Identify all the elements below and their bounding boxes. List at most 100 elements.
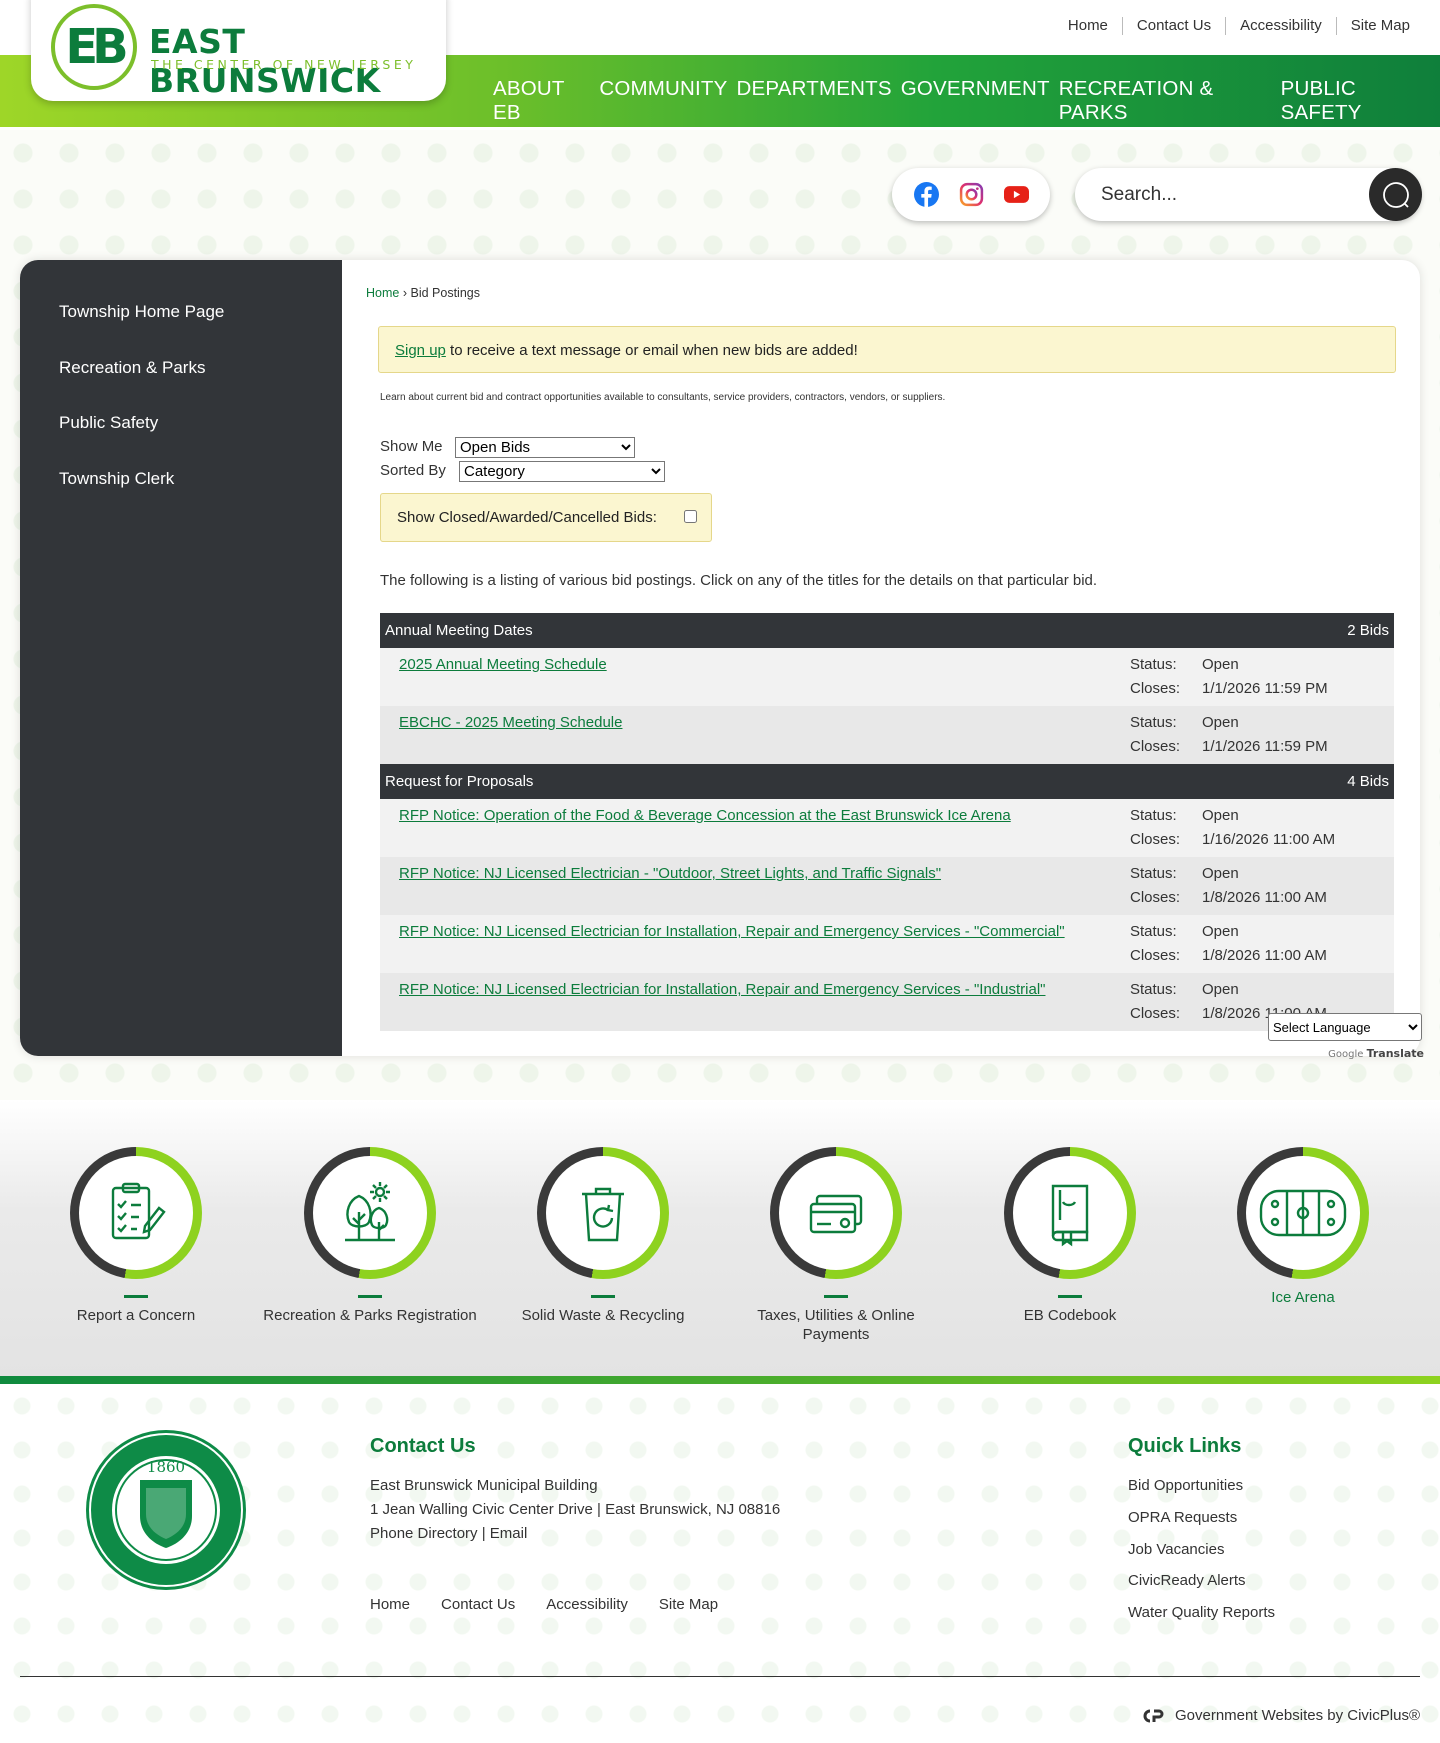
quick-link-taxes-payments[interactable]: Taxes, Utilities & Online Payments <box>726 1147 946 1344</box>
footer-quick-link[interactable]: Water Quality Reports <box>1128 1604 1275 1621</box>
search-box <box>1075 168 1422 221</box>
nav-community[interactable]: COMMUNITY <box>599 77 727 125</box>
signup-link[interactable]: Sign up <box>395 342 446 359</box>
social-links <box>892 168 1050 221</box>
quick-link-dash <box>358 1295 382 1298</box>
youtube-icon[interactable] <box>1004 182 1029 207</box>
footer-rule <box>20 1676 1420 1677</box>
status-label: Status: <box>1130 981 1177 998</box>
closes-value: 1/1/2026 11:59 PM <box>1202 680 1328 697</box>
footer-quick-heading: Quick Links <box>1128 1435 1242 1457</box>
site-logo[interactable]: EB EAST BRUNSWICK THE CENTER OF NEW JERS… <box>31 0 446 101</box>
category-count: 4 Bids <box>1347 773 1389 790</box>
recycle-bin-icon <box>582 1187 624 1242</box>
quick-link-recreation[interactable]: Recreation & Parks Registration <box>260 1147 480 1325</box>
status-label: Status: <box>1130 923 1177 940</box>
nav-government[interactable]: GOVERNMENT <box>901 77 1050 125</box>
util-link-contact[interactable]: Contact Us <box>1121 17 1225 35</box>
main-content: Home › Bid Postings Sign up to receive a… <box>342 260 1420 1056</box>
footer-quick-link[interactable]: CivicReady Alerts <box>1128 1572 1246 1589</box>
google-label: Google <box>1328 1049 1364 1060</box>
sorted-by-select[interactable]: Category <box>459 461 665 482</box>
breadcrumb-home[interactable]: Home <box>366 286 399 300</box>
logo-tagline: THE CENTER OF NEW JERSEY <box>151 57 417 72</box>
bid-row: RFP Notice: Operation of the Food & Beve… <box>380 799 1394 857</box>
status-value: Open <box>1202 807 1239 824</box>
bid-table: Annual Meeting Dates 2 Bids 2025 Annual … <box>380 613 1394 1031</box>
status-value: Open <box>1202 981 1239 998</box>
quick-link-ice-arena[interactable]: Ice Arena <box>1193 1147 1413 1307</box>
nav-recreation[interactable]: RECREATION & PARKS <box>1059 77 1272 125</box>
bid-title-link[interactable]: RFP Notice: NJ Licensed Electrician for … <box>399 981 1045 998</box>
show-me-select[interactable]: Open Bids <box>455 437 635 458</box>
util-link-accessibility[interactable]: Accessibility <box>1225 17 1336 35</box>
footer-link-contact[interactable]: Contact Us <box>441 1596 515 1613</box>
breadcrumb: Home › Bid Postings <box>366 286 480 300</box>
icon-ring <box>1237 1147 1369 1279</box>
language-select[interactable]: Select Language <box>1268 1013 1422 1041</box>
status-value: Open <box>1202 714 1239 731</box>
footer-quick-link[interactable]: Job Vacancies <box>1128 1541 1224 1558</box>
quick-link-label: Taxes, Utilities & Online Payments <box>757 1307 915 1343</box>
bid-row: RFP Notice: NJ Licensed Electrician for … <box>380 973 1394 1031</box>
sidebar-item-clerk[interactable]: Township Clerk <box>59 469 174 489</box>
quick-link-codebook[interactable]: EB Codebook <box>960 1147 1180 1325</box>
sidebar-item-home[interactable]: Township Home Page <box>59 302 224 322</box>
footer-link-sitemap[interactable]: Site Map <box>659 1596 718 1613</box>
quick-link-label: Recreation & Parks Registration <box>263 1307 477 1324</box>
logo-initials: EB <box>65 19 128 75</box>
util-link-home[interactable]: Home <box>1054 17 1122 35</box>
signup-notice: Sign up to receive a text message or ema… <box>378 326 1396 373</box>
closes-value: 1/8/2026 11:00 AM <box>1202 947 1327 964</box>
show-closed-checkbox[interactable] <box>684 510 697 523</box>
quick-link-label: Report a Concern <box>76 1307 196 1324</box>
status-value: Open <box>1202 865 1239 882</box>
footer-contact-line: East Brunswick Municipal Building <box>370 1477 598 1494</box>
sidebar: Township Home Page Recreation & Parks Pu… <box>20 260 342 1056</box>
icon-ring <box>770 1147 902 1279</box>
quick-link-solid-waste[interactable]: Solid Waste & Recycling <box>493 1147 713 1325</box>
facebook-icon[interactable] <box>914 182 939 207</box>
footer-link-home[interactable]: Home <box>370 1596 410 1613</box>
category-header: Annual Meeting Dates 2 Bids <box>380 613 1394 648</box>
quick-link-report-concern[interactable]: Report a Concern <box>26 1147 246 1325</box>
hockey-rink-icon <box>1259 1189 1347 1237</box>
search-button[interactable] <box>1369 168 1422 221</box>
bid-title-link[interactable]: RFP Notice: Operation of the Food & Beve… <box>399 807 1011 824</box>
closes-value: 1/16/2026 11:00 AM <box>1202 831 1336 848</box>
bid-row: EBCHC - 2025 Meeting Schedule Status: Op… <box>380 706 1394 764</box>
civicplus-credit[interactable]: Government Websites by CivicPlus® <box>1141 1707 1420 1724</box>
civicplus-text: Government Websites by CivicPlus® <box>1174 1707 1420 1724</box>
bid-title-link[interactable]: RFP Notice: NJ Licensed Electrician for … <box>399 923 1065 940</box>
book-icon <box>1051 1184 1089 1247</box>
search-input[interactable] <box>1099 182 1353 208</box>
bid-row: RFP Notice: NJ Licensed Electrician for … <box>380 915 1394 973</box>
bid-row: RFP Notice: NJ Licensed Electrician - "O… <box>380 857 1394 915</box>
show-closed-label: Show Closed/Awarded/Cancelled Bids: <box>397 509 657 526</box>
quick-link-label: Ice Arena <box>1271 1289 1335 1306</box>
icon-ring <box>1004 1147 1136 1279</box>
bid-title-link[interactable]: 2025 Annual Meeting Schedule <box>399 656 607 673</box>
category-count: 2 Bids <box>1347 622 1389 639</box>
footer-phone-email[interactable]: Phone Directory | Email <box>370 1525 527 1542</box>
bid-title-link[interactable]: RFP Notice: NJ Licensed Electrician - "O… <box>399 865 941 882</box>
content-card: Township Home Page Recreation & Parks Pu… <box>20 260 1420 1056</box>
footer-link-accessibility[interactable]: Accessibility <box>546 1596 628 1613</box>
footer-contact-heading: Contact Us <box>370 1435 476 1457</box>
closes-label: Closes: <box>1130 738 1181 755</box>
footer-links: Home Contact Us Accessibility Site Map <box>370 1596 718 1613</box>
instagram-icon[interactable] <box>959 182 984 207</box>
footer-quick-link[interactable]: OPRA Requests <box>1128 1509 1237 1526</box>
sidebar-item-public-safety[interactable]: Public Safety <box>59 413 158 433</box>
nav-public-safety[interactable]: PUBLIC SAFETY <box>1281 77 1431 125</box>
footer-quick-link[interactable]: Bid Opportunities <box>1128 1477 1243 1494</box>
intro-text: Learn about current bid and contract opp… <box>380 392 946 403</box>
nav-departments[interactable]: DEPARTMENTS <box>737 77 892 125</box>
translate-label: Translate <box>1366 1047 1424 1060</box>
bid-title-link[interactable]: EBCHC - 2025 Meeting Schedule <box>399 714 622 731</box>
listing-description: The following is a listing of various bi… <box>380 572 1098 589</box>
util-link-sitemap[interactable]: Site Map <box>1335 17 1424 35</box>
utility-nav: Home Contact Us Accessibility Site Map <box>1054 17 1424 35</box>
sidebar-item-recreation[interactable]: Recreation & Parks <box>59 358 205 378</box>
nav-about[interactable]: ABOUT EB <box>493 77 590 125</box>
